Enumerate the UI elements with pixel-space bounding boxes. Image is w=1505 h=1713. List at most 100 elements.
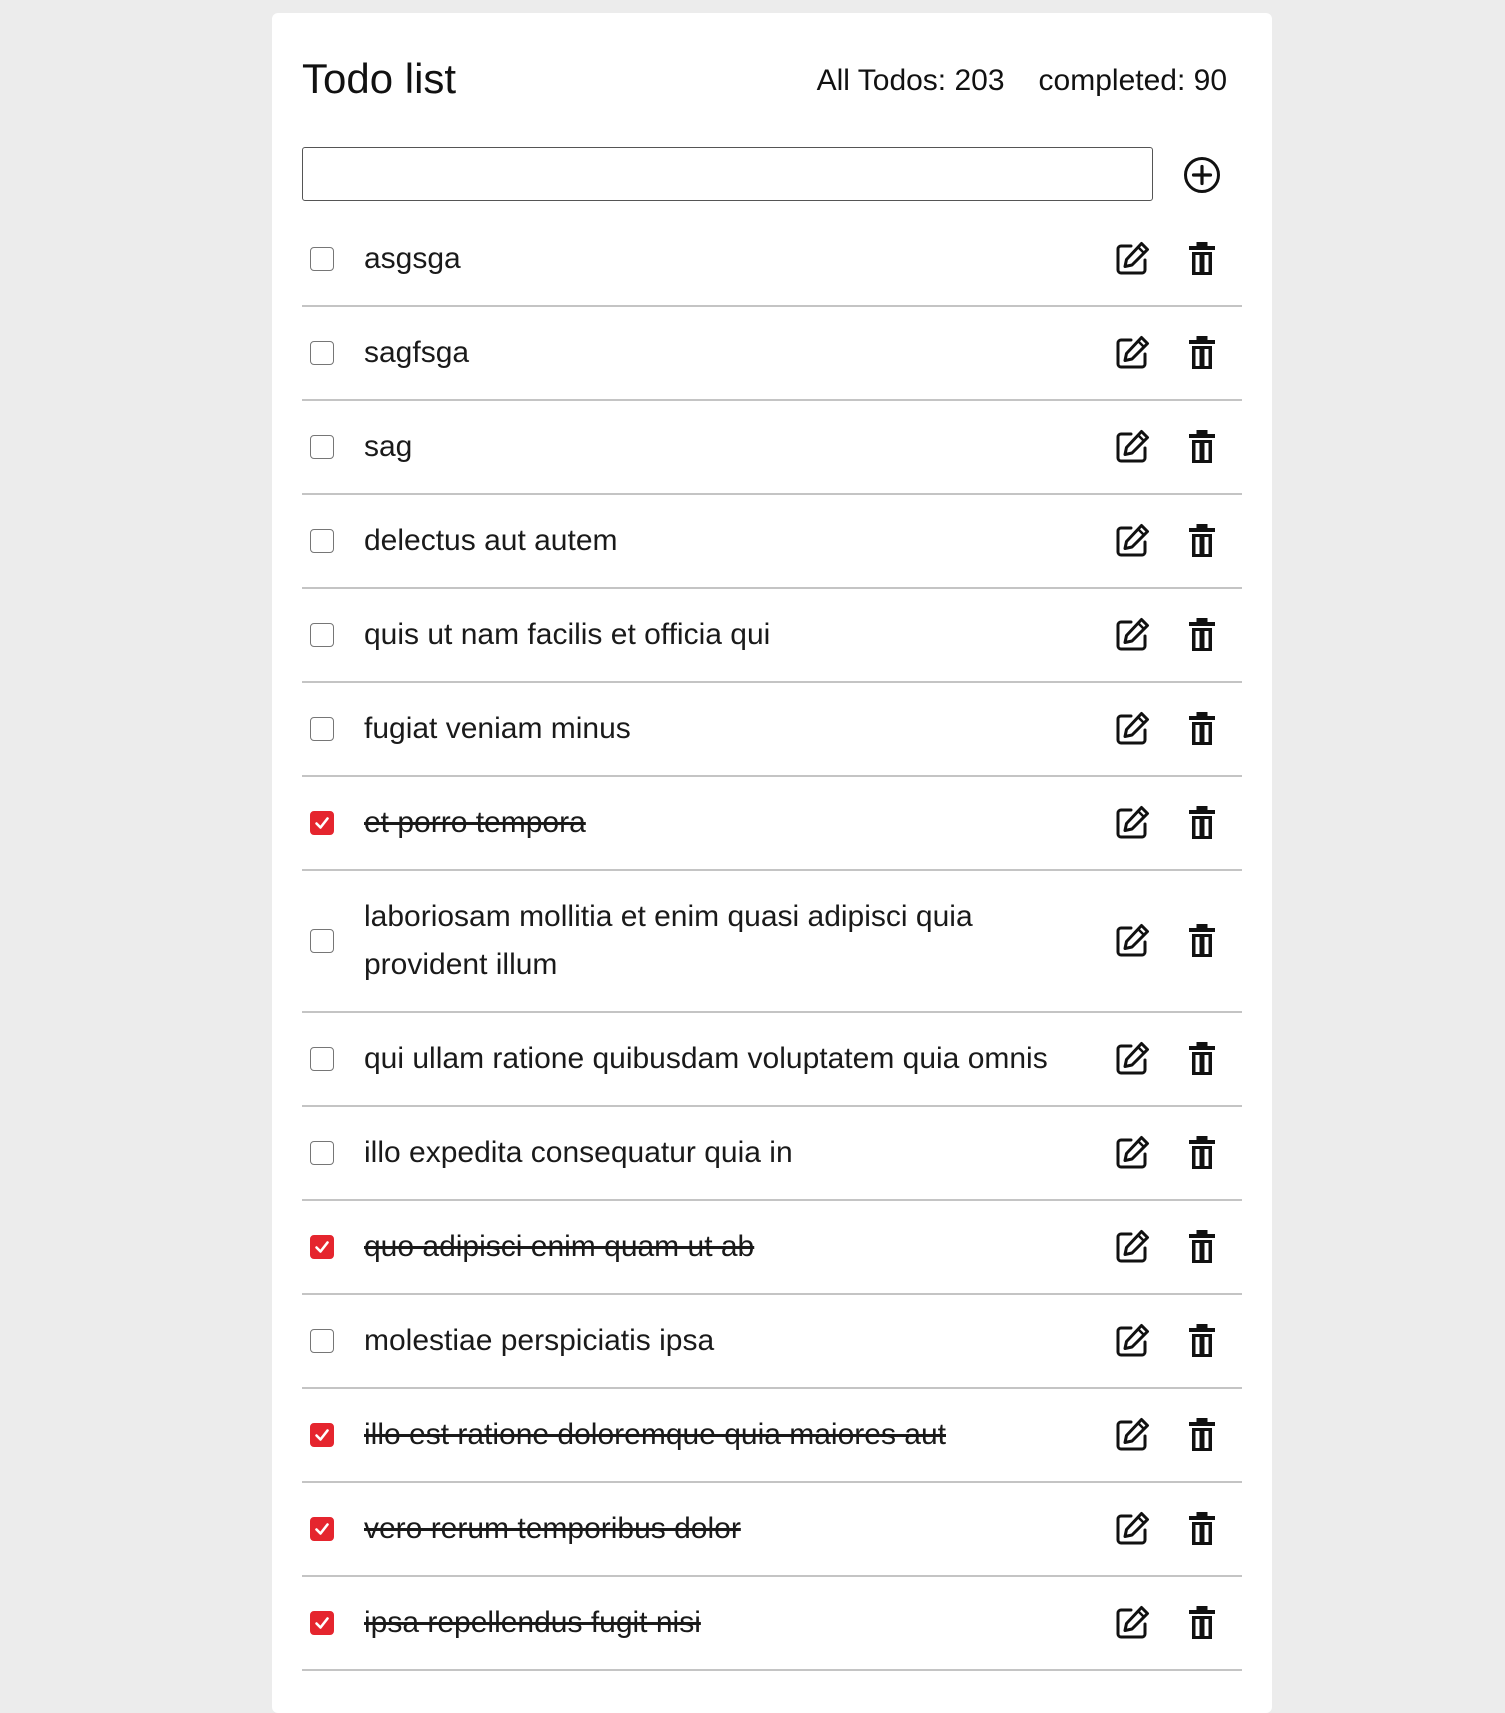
todo-checkbox[interactable] xyxy=(310,1517,334,1541)
edit-icon xyxy=(1116,712,1149,745)
todo-text: vero rerum temporibus dolor xyxy=(364,1512,741,1545)
todo-checkbox[interactable] xyxy=(310,717,334,741)
todo-item: laboriosam mollitia et enim quasi adipis… xyxy=(302,871,1242,1013)
todo-checkbox[interactable] xyxy=(310,247,334,271)
todo-checkbox[interactable] xyxy=(310,623,334,647)
edit-todo-button[interactable] xyxy=(1112,521,1152,561)
edit-icon xyxy=(1116,618,1149,651)
delete-todo-button[interactable] xyxy=(1182,239,1222,279)
todo-checkbox[interactable] xyxy=(310,435,334,459)
trash-icon xyxy=(1189,1512,1215,1545)
checkmark-icon xyxy=(315,1523,329,1535)
trash-icon xyxy=(1189,1606,1215,1639)
todo-text: illo est ratione doloremque quia maiores… xyxy=(364,1418,946,1451)
completed-count: completed: 90 xyxy=(1038,64,1227,97)
delete-todo-button[interactable] xyxy=(1182,803,1222,843)
todo-text: quo adipisci enim quam ut ab xyxy=(364,1230,755,1263)
edit-icon xyxy=(1116,336,1149,369)
edit-todo-button[interactable] xyxy=(1112,333,1152,373)
todo-item: fugiat veniam minus xyxy=(302,683,1242,777)
checkmark-icon xyxy=(315,1241,329,1253)
edit-todo-button[interactable] xyxy=(1112,709,1152,749)
edit-icon xyxy=(1116,524,1149,557)
edit-todo-button[interactable] xyxy=(1112,1039,1152,1079)
todo-checkbox[interactable] xyxy=(310,341,334,365)
add-todo-button[interactable] xyxy=(1182,155,1222,195)
edit-todo-button[interactable] xyxy=(1112,921,1152,961)
trash-icon xyxy=(1189,806,1215,839)
edit-todo-button[interactable] xyxy=(1112,1603,1152,1643)
edit-todo-button[interactable] xyxy=(1112,427,1152,467)
delete-todo-button[interactable] xyxy=(1182,1321,1222,1361)
todo-item: et porro tempora xyxy=(302,777,1242,871)
delete-todo-button[interactable] xyxy=(1182,1133,1222,1173)
delete-todo-button[interactable] xyxy=(1182,1227,1222,1267)
todo-checkbox[interactable] xyxy=(310,1047,334,1071)
todo-actions xyxy=(1112,1133,1242,1173)
edit-todo-button[interactable] xyxy=(1112,615,1152,655)
todo-card: Todo list All Todos: 203 completed: 90 as… xyxy=(272,13,1272,1713)
todo-text: illo expedita consequatur quia in xyxy=(364,1136,793,1169)
todo-item: vero rerum temporibus dolor xyxy=(302,1483,1242,1577)
delete-todo-button[interactable] xyxy=(1182,1603,1222,1643)
edit-todo-button[interactable] xyxy=(1112,1415,1152,1455)
edit-icon xyxy=(1116,1042,1149,1075)
edit-todo-button[interactable] xyxy=(1112,1509,1152,1549)
delete-todo-button[interactable] xyxy=(1182,921,1222,961)
delete-todo-button[interactable] xyxy=(1182,1039,1222,1079)
edit-icon xyxy=(1116,1136,1149,1169)
trash-icon xyxy=(1189,1042,1215,1075)
checkmark-icon xyxy=(315,817,329,829)
edit-todo-button[interactable] xyxy=(1112,1321,1152,1361)
delete-todo-button[interactable] xyxy=(1182,427,1222,467)
all-todos-count: All Todos: 203 xyxy=(816,64,1005,97)
todo-text: ipsa repellendus fugit nisi xyxy=(364,1606,701,1639)
edit-icon xyxy=(1116,242,1149,275)
todo-checkbox[interactable] xyxy=(310,1235,334,1259)
edit-todo-button[interactable] xyxy=(1112,1227,1152,1267)
trash-icon xyxy=(1189,1418,1215,1451)
todo-item: sagfsga xyxy=(302,307,1242,401)
todo-actions xyxy=(1112,1603,1242,1643)
todo-actions xyxy=(1112,709,1242,749)
todo-actions xyxy=(1112,521,1242,561)
trash-icon xyxy=(1189,1230,1215,1263)
new-todo-input[interactable] xyxy=(302,147,1153,201)
todo-item: qui ullam ratione quibusdam voluptatem q… xyxy=(302,1013,1242,1107)
todo-checkbox[interactable] xyxy=(310,1611,334,1635)
delete-todo-button[interactable] xyxy=(1182,521,1222,561)
trash-icon xyxy=(1189,242,1215,275)
todo-checkbox[interactable] xyxy=(310,529,334,553)
todo-item: delectus aut autem xyxy=(302,495,1242,589)
delete-todo-button[interactable] xyxy=(1182,709,1222,749)
todo-checkbox[interactable] xyxy=(310,1329,334,1353)
trash-icon xyxy=(1189,1324,1215,1357)
trash-icon xyxy=(1189,430,1215,463)
todo-text: asgsga xyxy=(364,242,461,275)
todo-checkbox[interactable] xyxy=(310,811,334,835)
todo-actions xyxy=(1112,615,1242,655)
edit-icon xyxy=(1116,924,1149,957)
page-title: Todo list xyxy=(302,55,457,102)
delete-todo-button[interactable] xyxy=(1182,333,1222,373)
todo-item: molestiae perspiciatis ipsa xyxy=(302,1295,1242,1389)
todo-text: quis ut nam facilis et officia qui xyxy=(364,618,771,651)
edit-todo-button[interactable] xyxy=(1112,239,1152,279)
todo-actions xyxy=(1112,1039,1242,1079)
edit-todo-button[interactable] xyxy=(1112,803,1152,843)
edit-todo-button[interactable] xyxy=(1112,1133,1152,1173)
todo-actions xyxy=(1112,1321,1242,1361)
todo-checkbox[interactable] xyxy=(310,929,334,953)
trash-icon xyxy=(1189,618,1215,651)
edit-icon xyxy=(1116,430,1149,463)
todo-actions xyxy=(1112,1227,1242,1267)
delete-todo-button[interactable] xyxy=(1182,615,1222,655)
delete-todo-button[interactable] xyxy=(1182,1509,1222,1549)
todo-checkbox[interactable] xyxy=(310,1141,334,1165)
delete-todo-button[interactable] xyxy=(1182,1415,1222,1455)
todo-checkbox[interactable] xyxy=(310,1423,334,1447)
trash-icon xyxy=(1189,336,1215,369)
trash-icon xyxy=(1189,924,1215,957)
edit-icon xyxy=(1116,1324,1149,1357)
todo-text: et porro tempora xyxy=(364,806,586,839)
